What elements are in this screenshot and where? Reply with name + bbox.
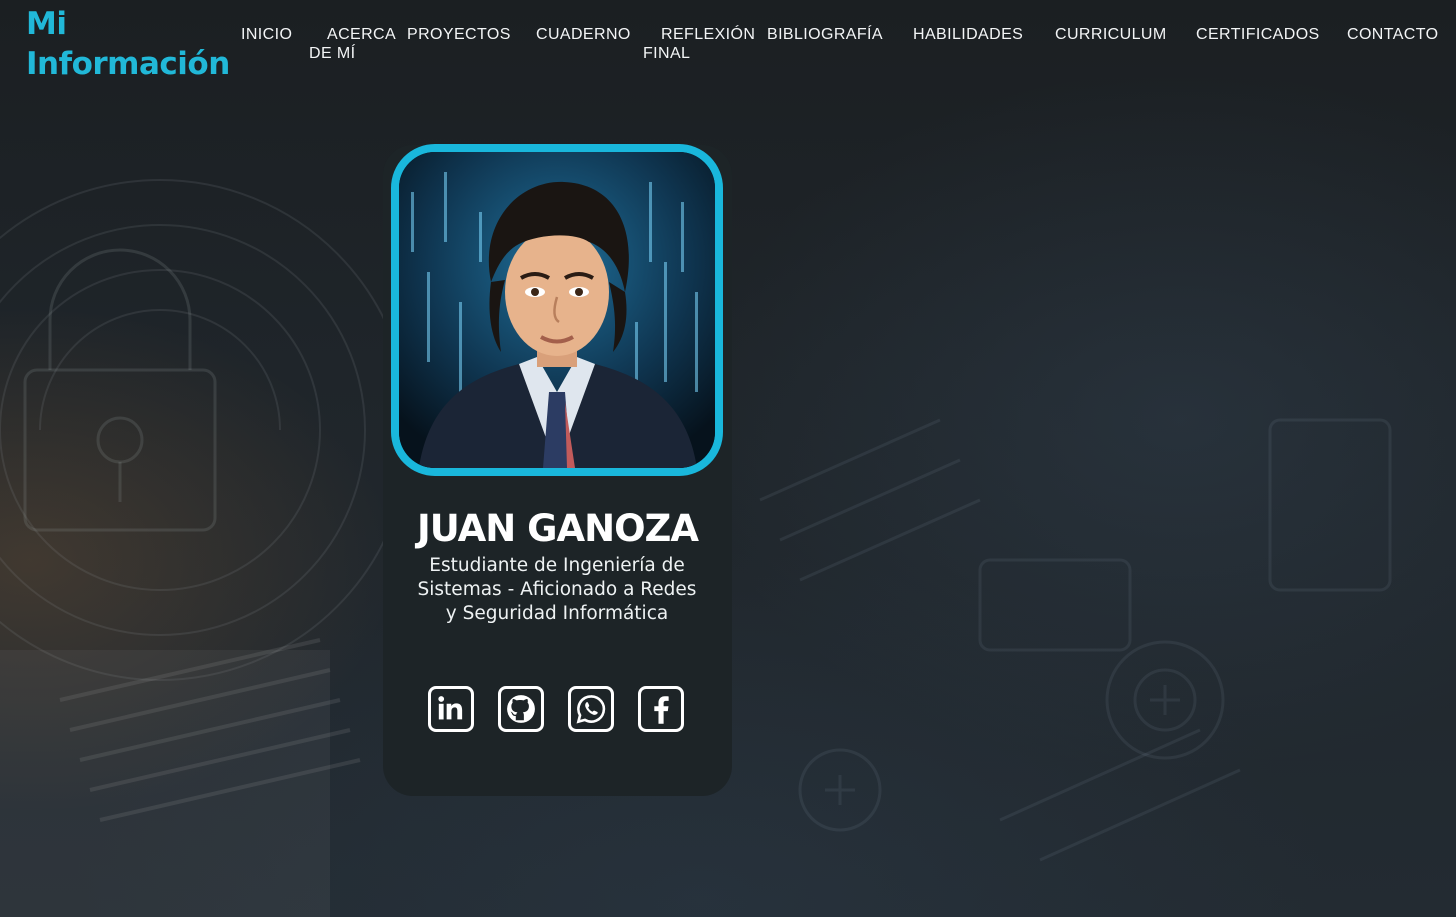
nav-contacto[interactable]: CONTACTO	[1347, 25, 1439, 44]
nav-proyectos[interactable]: PROYECTOS	[407, 25, 511, 44]
github-icon	[507, 695, 535, 723]
nav-label: CUADERNO	[536, 26, 631, 43]
github-button[interactable]	[498, 686, 544, 732]
linkedin-icon	[438, 696, 463, 720]
profile-name: JUAN GANOZA	[416, 507, 699, 550]
nav-label: HABILIDADES	[913, 26, 1024, 43]
nav-label: PROYECTOS	[407, 26, 511, 43]
whatsapp-icon	[576, 695, 606, 724]
nav-habilidades[interactable]: HABILIDADES	[913, 25, 1023, 44]
nav-inicio[interactable]: INICIO	[241, 25, 292, 44]
nav-label: INICIO	[241, 26, 293, 43]
site-header: Mi Información INICIO ACERCA DE MÍ PROYE…	[0, 0, 1456, 100]
facebook-icon	[654, 696, 669, 724]
nav-label: REFLEXIÓN	[661, 26, 756, 43]
brand-line-1: Mi	[26, 6, 67, 42]
nav-cuaderno[interactable]: CUADERNO	[536, 25, 631, 44]
nav-acerca-de-mi[interactable]: ACERCA DE MÍ	[309, 25, 396, 63]
avatar-illustration	[399, 152, 715, 468]
subtitle-line: Estudiante de Ingeniería de	[429, 555, 685, 576]
nav-label: ACERCA	[327, 26, 397, 43]
nav-label-line2: FINAL	[643, 45, 691, 62]
nav-bibliografia[interactable]: BIBLIOGRAFÍA	[767, 25, 883, 44]
nav-certificados[interactable]: CERTIFICADOS	[1196, 25, 1320, 44]
linkedin-button[interactable]	[428, 686, 474, 732]
nav-label: CERTIFICADOS	[1196, 26, 1320, 43]
nav-label: CONTACTO	[1347, 26, 1439, 43]
facebook-button[interactable]	[638, 686, 684, 732]
profile-avatar	[391, 144, 723, 476]
nav-curriculum[interactable]: CURRICULUM	[1055, 25, 1167, 44]
nav-label: CURRICULUM	[1055, 26, 1167, 43]
subtitle-line: y Seguridad Informática	[445, 603, 669, 624]
nav-label-line2: DE MÍ	[309, 45, 356, 62]
brand-logo[interactable]: Mi Información	[26, 4, 230, 84]
subtitle-line: Sistemas - Aficionado a Redes	[417, 579, 697, 600]
nav-reflexion-final[interactable]: REFLEXIÓN FINAL	[643, 25, 755, 63]
whatsapp-button[interactable]	[568, 686, 614, 732]
nav-label: BIBLIOGRAFÍA	[767, 26, 883, 43]
profile-subtitle: Estudiante de Ingeniería de Sistemas - A…	[400, 554, 714, 626]
brand-line-2: Información	[26, 46, 230, 82]
